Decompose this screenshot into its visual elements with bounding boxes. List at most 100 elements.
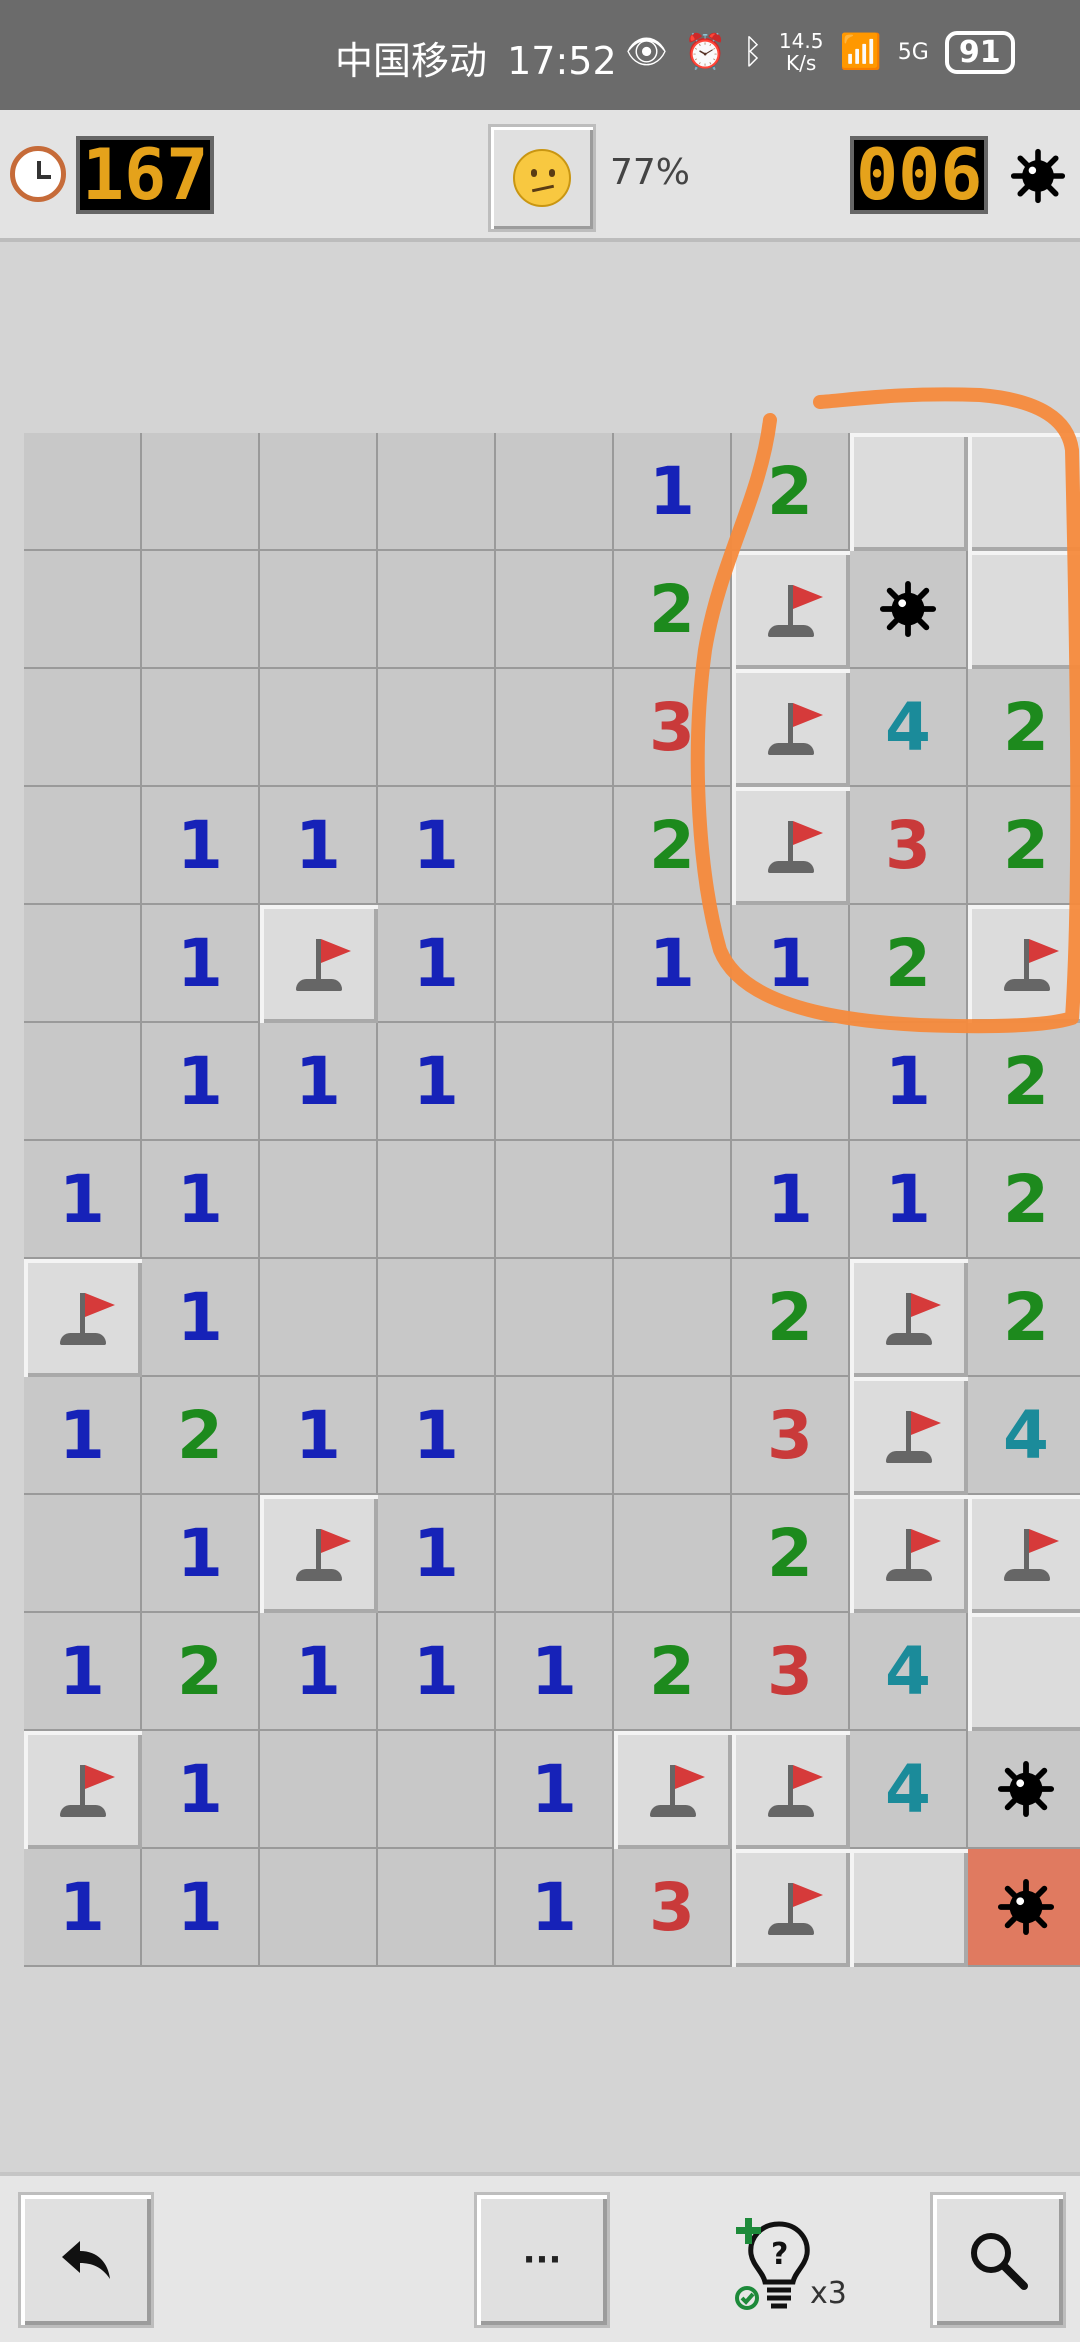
number-cell[interactable]: 1 bbox=[732, 1141, 850, 1259]
number-cell[interactable]: 1 bbox=[614, 433, 732, 551]
flagged-cell[interactable] bbox=[24, 1731, 142, 1849]
number-cell[interactable]: 3 bbox=[614, 669, 732, 787]
empty-cell[interactable] bbox=[142, 551, 260, 669]
empty-cell[interactable] bbox=[496, 669, 614, 787]
empty-cell[interactable] bbox=[378, 1141, 496, 1259]
number-cell[interactable]: 1 bbox=[378, 1495, 496, 1613]
number-cell[interactable]: 3 bbox=[850, 787, 968, 905]
empty-cell[interactable] bbox=[378, 551, 496, 669]
number-cell[interactable]: 2 bbox=[968, 1141, 1080, 1259]
number-cell[interactable]: 1 bbox=[496, 1849, 614, 1967]
number-cell[interactable]: 1 bbox=[142, 905, 260, 1023]
empty-cell[interactable] bbox=[260, 1731, 378, 1849]
empty-cell[interactable] bbox=[260, 1849, 378, 1967]
zoom-search-button[interactable] bbox=[930, 2192, 1066, 2328]
empty-cell[interactable] bbox=[260, 1141, 378, 1259]
number-cell[interactable]: 2 bbox=[968, 1023, 1080, 1141]
number-cell[interactable]: 2 bbox=[732, 1259, 850, 1377]
flagged-cell[interactable] bbox=[850, 1377, 968, 1495]
mine-cell[interactable] bbox=[850, 551, 968, 669]
empty-cell[interactable] bbox=[496, 1377, 614, 1495]
number-cell[interactable]: 4 bbox=[850, 669, 968, 787]
empty-cell[interactable] bbox=[24, 1023, 142, 1141]
number-cell[interactable]: 2 bbox=[614, 1613, 732, 1731]
exploded-mine-cell[interactable] bbox=[968, 1849, 1080, 1967]
empty-cell[interactable] bbox=[614, 1023, 732, 1141]
number-cell[interactable]: 1 bbox=[142, 1259, 260, 1377]
number-cell[interactable]: 1 bbox=[378, 787, 496, 905]
number-cell[interactable]: 2 bbox=[732, 433, 850, 551]
flagged-cell[interactable] bbox=[260, 1495, 378, 1613]
empty-cell[interactable] bbox=[260, 1259, 378, 1377]
empty-cell[interactable] bbox=[496, 551, 614, 669]
empty-cell[interactable] bbox=[496, 1023, 614, 1141]
number-cell[interactable]: 1 bbox=[378, 1613, 496, 1731]
number-cell[interactable]: 1 bbox=[142, 787, 260, 905]
empty-cell[interactable] bbox=[614, 1377, 732, 1495]
empty-cell[interactable] bbox=[378, 1731, 496, 1849]
number-cell[interactable]: 4 bbox=[850, 1731, 968, 1849]
empty-cell[interactable] bbox=[496, 1141, 614, 1259]
number-cell[interactable]: 1 bbox=[496, 1731, 614, 1849]
number-cell[interactable]: 1 bbox=[732, 905, 850, 1023]
empty-cell[interactable] bbox=[24, 433, 142, 551]
empty-cell[interactable] bbox=[378, 433, 496, 551]
empty-cell[interactable] bbox=[614, 1141, 732, 1259]
number-cell[interactable]: 3 bbox=[732, 1377, 850, 1495]
number-cell[interactable]: 2 bbox=[850, 905, 968, 1023]
number-cell[interactable]: 2 bbox=[142, 1377, 260, 1495]
flagged-cell[interactable] bbox=[732, 551, 850, 669]
number-cell[interactable]: 1 bbox=[142, 1141, 260, 1259]
hint-button[interactable]: ? x3 bbox=[735, 2216, 875, 2326]
flagged-cell[interactable] bbox=[968, 1495, 1080, 1613]
empty-cell[interactable] bbox=[24, 669, 142, 787]
number-cell[interactable]: 3 bbox=[614, 1849, 732, 1967]
empty-cell[interactable] bbox=[496, 787, 614, 905]
empty-cell[interactable] bbox=[24, 787, 142, 905]
empty-cell[interactable] bbox=[260, 551, 378, 669]
empty-cell[interactable] bbox=[378, 669, 496, 787]
flagged-cell[interactable] bbox=[732, 787, 850, 905]
empty-cell[interactable] bbox=[24, 551, 142, 669]
flagged-cell[interactable] bbox=[850, 1259, 968, 1377]
number-cell[interactable]: 1 bbox=[260, 787, 378, 905]
mine-cell[interactable] bbox=[968, 1731, 1080, 1849]
empty-cell[interactable] bbox=[142, 669, 260, 787]
empty-cell[interactable] bbox=[260, 433, 378, 551]
flagged-cell[interactable] bbox=[732, 1731, 850, 1849]
number-cell[interactable]: 1 bbox=[850, 1023, 968, 1141]
number-cell[interactable]: 2 bbox=[614, 551, 732, 669]
number-cell[interactable]: 2 bbox=[968, 787, 1080, 905]
number-cell[interactable]: 2 bbox=[614, 787, 732, 905]
flagged-cell[interactable] bbox=[24, 1259, 142, 1377]
number-cell[interactable]: 1 bbox=[260, 1377, 378, 1495]
number-cell[interactable]: 2 bbox=[968, 669, 1080, 787]
flagged-cell[interactable] bbox=[732, 1849, 850, 1967]
number-cell[interactable]: 1 bbox=[378, 1023, 496, 1141]
empty-cell[interactable] bbox=[614, 1495, 732, 1613]
number-cell[interactable]: 1 bbox=[496, 1613, 614, 1731]
number-cell[interactable]: 1 bbox=[142, 1731, 260, 1849]
flagged-cell[interactable] bbox=[850, 1495, 968, 1613]
empty-cell[interactable] bbox=[496, 433, 614, 551]
flagged-cell[interactable] bbox=[732, 669, 850, 787]
number-cell[interactable]: 1 bbox=[24, 1141, 142, 1259]
number-cell[interactable]: 1 bbox=[142, 1495, 260, 1613]
reset-face-button[interactable] bbox=[488, 124, 596, 232]
flagged-cell[interactable] bbox=[614, 1731, 732, 1849]
empty-cell[interactable] bbox=[260, 669, 378, 787]
empty-cell[interactable] bbox=[378, 1259, 496, 1377]
number-cell[interactable]: 2 bbox=[732, 1495, 850, 1613]
unrevealed-cell[interactable] bbox=[968, 551, 1080, 669]
empty-cell[interactable] bbox=[496, 1495, 614, 1613]
unrevealed-cell[interactable] bbox=[968, 1613, 1080, 1731]
number-cell[interactable]: 1 bbox=[378, 905, 496, 1023]
empty-cell[interactable] bbox=[614, 1259, 732, 1377]
more-options-button[interactable]: ··· bbox=[474, 2192, 610, 2328]
number-cell[interactable]: 1 bbox=[378, 1377, 496, 1495]
number-cell[interactable]: 1 bbox=[24, 1613, 142, 1731]
flagged-cell[interactable] bbox=[968, 905, 1080, 1023]
number-cell[interactable]: 2 bbox=[968, 1259, 1080, 1377]
number-cell[interactable]: 1 bbox=[614, 905, 732, 1023]
number-cell[interactable]: 1 bbox=[850, 1141, 968, 1259]
